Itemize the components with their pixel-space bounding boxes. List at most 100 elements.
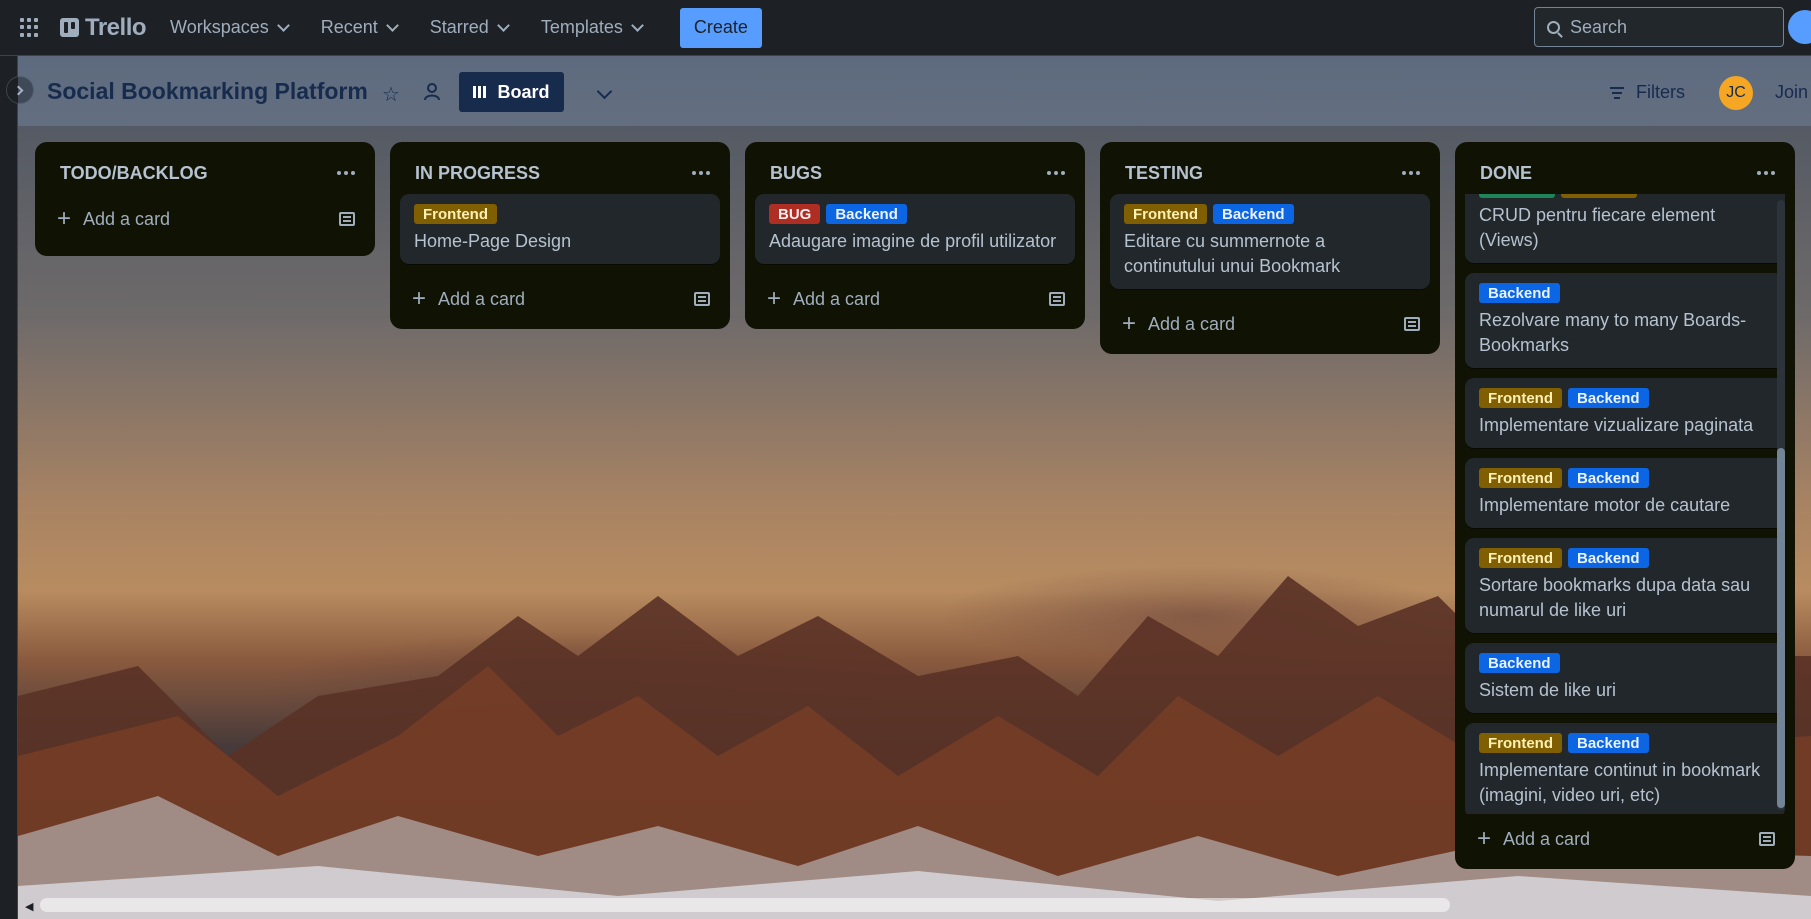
dots-menu-icon[interactable] (337, 171, 355, 175)
card[interactable]: Backend Rezolvare many to many Boards-Bo… (1465, 273, 1785, 368)
plus-icon: + (412, 285, 427, 312)
add-card-row[interactable]: + Add a card (390, 274, 730, 324)
nav-recent[interactable]: Recent (320, 17, 399, 38)
trello-logo-icon (60, 18, 79, 37)
list-title[interactable]: IN PROGRESS (415, 163, 540, 184)
plus-icon: + (767, 285, 782, 312)
add-card-row[interactable]: + Add a card (1455, 814, 1795, 864)
template-icon[interactable] (1404, 317, 1420, 331)
apps-grid-icon[interactable] (20, 17, 40, 38)
trello-logo[interactable]: Trello (60, 13, 147, 42)
nav-recent-label: Recent (320, 17, 378, 37)
nav-starred-label: Starred (429, 17, 489, 37)
create-button[interactable]: Create (679, 7, 762, 48)
brand-name: Trello (85, 13, 147, 41)
list-done: DONE CRUD pentru fiecare element (Views)… (1455, 142, 1795, 869)
notifications-button[interactable] (1788, 10, 1811, 44)
label-bug[interactable]: BUG (769, 204, 821, 224)
label-frontend[interactable]: Frontend (1124, 204, 1207, 224)
dots-menu-icon[interactable] (1047, 171, 1065, 175)
search-placeholder: Search (1570, 16, 1628, 37)
card[interactable]: Frontend Backend Editare cu summernote a… (1110, 194, 1430, 289)
list-todo-backlog: TODO/BACKLOG + Add a card (35, 142, 375, 256)
card[interactable]: Frontend Backend Implementare vizualizar… (1465, 378, 1785, 448)
board-title[interactable]: Social Bookmarking Platform (47, 78, 368, 105)
add-card-row[interactable]: + Add a card (35, 194, 375, 244)
chevron-down-icon (276, 18, 290, 32)
nav-templates[interactable]: Templates (540, 17, 644, 38)
label-backend[interactable]: Backend (1213, 204, 1294, 224)
template-icon[interactable] (339, 212, 355, 226)
label-backend[interactable]: Backend (1568, 733, 1649, 753)
chevron-down-icon (496, 18, 510, 32)
card[interactable]: Frontend Backend Implementare motor de c… (1465, 458, 1785, 528)
filter-icon (1610, 86, 1624, 99)
board-view-button[interactable]: Board (459, 72, 564, 112)
board-horizontal-scrollbar[interactable] (40, 898, 1450, 912)
label-backend[interactable]: Backend (1568, 548, 1649, 568)
search-icon (1547, 20, 1560, 34)
board-view-label: Board (497, 81, 550, 102)
label-backend[interactable]: Backend (826, 204, 907, 224)
label-frontend[interactable]: Frontend (1479, 548, 1562, 568)
template-icon[interactable] (1049, 292, 1065, 306)
card-title: Editare cu summernote a continutului unu… (1124, 231, 1341, 276)
list-scrollbar-thumb[interactable] (1777, 448, 1785, 808)
star-icon[interactable]: ☆ (382, 82, 400, 107)
card-title: Implementare continut in bookmark (imagi… (1479, 760, 1761, 805)
dots-menu-icon[interactable] (1757, 171, 1775, 175)
label-frontend[interactable]: Frontend (1479, 733, 1562, 753)
nav-workspaces[interactable]: Workspaces (170, 17, 290, 38)
label-backend[interactable]: Backend (1568, 468, 1649, 488)
label-frontend[interactable]: Frontend (1479, 468, 1562, 488)
search-input[interactable]: Search (1534, 7, 1784, 47)
label-backend[interactable]: Backend (1568, 388, 1649, 408)
list-title[interactable]: TESTING (1125, 163, 1203, 184)
filters-label: Filters (1636, 82, 1685, 102)
label-frontend[interactable]: Frontend (414, 204, 497, 224)
template-icon[interactable] (694, 292, 710, 306)
list-title[interactable]: BUGS (770, 163, 822, 184)
chevron-down-icon[interactable] (596, 83, 613, 100)
card-title: Adaugare imagine de profil utilizator (769, 231, 1057, 251)
board-view-icon (473, 86, 487, 98)
plus-icon: + (1477, 825, 1492, 852)
card[interactable]: Frontend Backend Implementare continut i… (1465, 723, 1785, 814)
label-partial (1561, 194, 1637, 198)
list-title[interactable]: TODO/BACKLOG (60, 163, 208, 184)
list-in-progress: IN PROGRESS Frontend Home-Page Design + A… (390, 142, 730, 329)
card-title: Sortare bookmarks dupa data sau numarul … (1479, 575, 1751, 620)
join-board-button[interactable]: Join bo (1775, 82, 1811, 103)
filters-button[interactable]: Filters (1610, 82, 1685, 103)
list-testing: TESTING Frontend Backend Editare cu summ… (1100, 142, 1440, 354)
people-icon[interactable] (422, 82, 442, 102)
card-title: Sistem de like uri (1479, 680, 1617, 700)
board-header: Social Bookmarking Platform ☆ Board Filt… (18, 56, 1811, 126)
card[interactable]: Frontend Home-Page Design (400, 194, 720, 264)
scroll-left-arrow-icon[interactable]: ◀ (25, 900, 33, 913)
card[interactable]: Backend Sistem de like uri (1465, 643, 1785, 713)
add-card-row[interactable]: + Add a card (1100, 299, 1440, 349)
card-title: Home-Page Design (414, 231, 572, 251)
nav-starred[interactable]: Starred (429, 17, 510, 38)
card[interactable]: Frontend Backend Sortare bookmarks dupa … (1465, 538, 1785, 633)
add-card-row[interactable]: + Add a card (745, 274, 1085, 324)
plus-icon: + (1122, 310, 1137, 337)
add-card-label: Add a card (438, 288, 526, 309)
done-cards-scroll-area[interactable]: CRUD pentru fiecare element (Views) Back… (1455, 194, 1795, 814)
dots-menu-icon[interactable] (692, 171, 710, 175)
label-backend[interactable]: Backend (1479, 653, 1560, 673)
card[interactable]: BUG Backend Adaugare imagine de profil u… (755, 194, 1075, 264)
template-icon[interactable] (1759, 832, 1775, 846)
label-backend[interactable]: Backend (1479, 283, 1560, 303)
card[interactable]: CRUD pentru fiecare element (Views) (1465, 194, 1785, 263)
list-title[interactable]: DONE (1480, 163, 1532, 184)
top-navigation-bar: Trello Workspaces Recent Starred Templat… (0, 0, 1811, 56)
avatar[interactable]: JC (1719, 76, 1753, 110)
dots-menu-icon[interactable] (1402, 171, 1420, 175)
chevron-down-icon (630, 18, 644, 32)
label-frontend[interactable]: Frontend (1479, 388, 1562, 408)
add-card-label: Add a card (1148, 313, 1236, 334)
nav-templates-label: Templates (540, 17, 623, 37)
add-card-label: Add a card (793, 288, 881, 309)
